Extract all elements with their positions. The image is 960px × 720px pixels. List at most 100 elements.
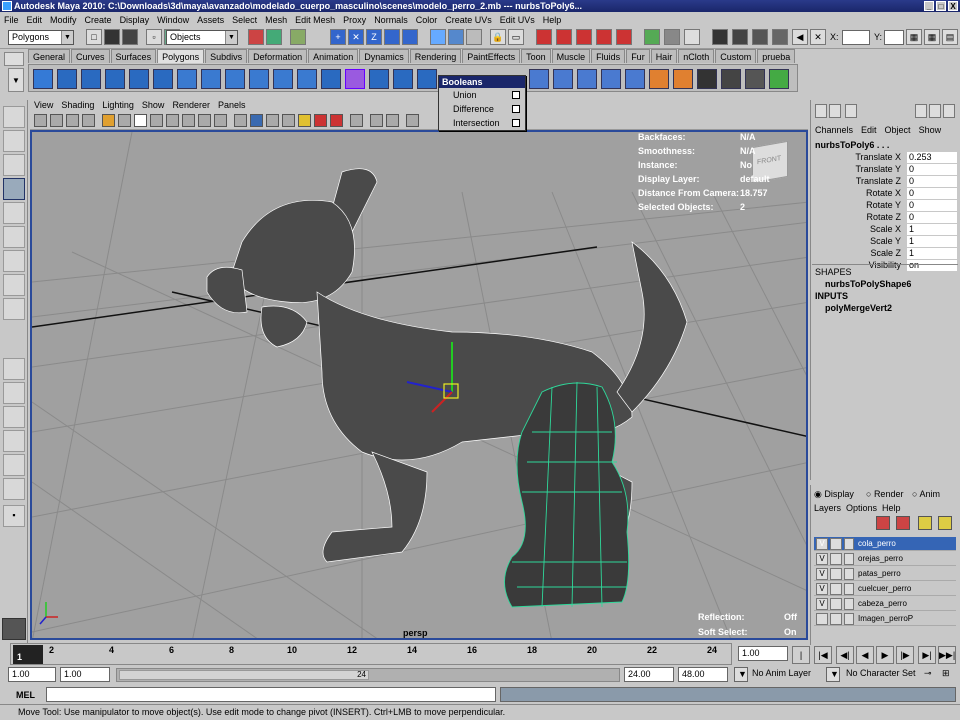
menu-create-uvs[interactable]: Create UVs xyxy=(445,15,492,25)
current-frame-field[interactable]: 1.00 xyxy=(738,646,788,661)
render-current-icon[interactable] xyxy=(536,29,552,45)
soft-mod-tool-icon[interactable] xyxy=(3,274,25,296)
offset-edge-loop-icon[interactable] xyxy=(649,69,669,89)
shelf-tab-prueba[interactable]: prueba xyxy=(757,49,796,63)
layer-menu-layers[interactable]: Layers xyxy=(814,503,841,513)
attr-translate-x-field[interactable]: 0.253 xyxy=(907,152,957,163)
snap-point-icon[interactable]: Z xyxy=(366,29,382,45)
shelf-menu-icon[interactable] xyxy=(4,52,24,66)
checker-uv-icon[interactable] xyxy=(697,69,717,89)
paint-select-tool-icon[interactable] xyxy=(3,154,25,176)
append-polygon-icon[interactable] xyxy=(577,69,597,89)
menu-normals[interactable]: Normals xyxy=(374,15,408,25)
component-mask-icon[interactable] xyxy=(266,29,282,45)
layer-editor-toggle-icon[interactable] xyxy=(829,104,841,118)
bridge-icon[interactable] xyxy=(553,69,573,89)
create-empty-layer-icon[interactable] xyxy=(876,516,890,530)
attr-translate-z-field[interactable]: 0 xyxy=(907,176,957,187)
four-view-layout-icon[interactable] xyxy=(3,382,25,404)
insert-edge-loop-icon[interactable] xyxy=(625,69,645,89)
planar-mapping-icon[interactable] xyxy=(721,69,741,89)
scale-tool-icon[interactable] xyxy=(3,226,25,248)
booleans-icon[interactable] xyxy=(345,69,365,89)
close-button[interactable]: X xyxy=(948,1,958,11)
panel-menu-view[interactable]: View xyxy=(34,100,53,110)
grid-icon[interactable] xyxy=(82,114,95,127)
more-layouts-icon[interactable]: ▪ xyxy=(3,505,25,527)
backface-culling-icon[interactable] xyxy=(386,114,399,127)
animation-start-field[interactable]: 1.00 xyxy=(8,667,56,682)
single-perspective-layout-icon[interactable] xyxy=(3,358,25,380)
graph-editor-layout-icon[interactable] xyxy=(3,478,25,500)
menu-mesh[interactable]: Mesh xyxy=(265,15,287,25)
extrude-icon[interactable] xyxy=(529,69,549,89)
smooth-shade-icon[interactable] xyxy=(118,114,131,127)
menu-proxy[interactable]: Proxy xyxy=(343,15,366,25)
camera-icon[interactable] xyxy=(712,29,728,45)
intersection-options-icon[interactable] xyxy=(512,119,520,127)
cb-menu-show[interactable]: Show xyxy=(919,125,942,135)
move-tool-icon[interactable] xyxy=(3,178,25,200)
image-plane-icon[interactable] xyxy=(66,114,79,127)
attribute-editor-icon[interactable] xyxy=(915,104,927,118)
step-back-key-icon[interactable]: ◀| xyxy=(836,646,854,664)
poly-cylinder-icon[interactable] xyxy=(81,69,101,89)
cylindrical-mapping-icon[interactable] xyxy=(745,69,765,89)
persp-outliner-layout-icon[interactable] xyxy=(3,406,25,428)
camera-attributes-icon[interactable] xyxy=(34,114,47,127)
step-forward-key-icon[interactable]: |▶ xyxy=(896,646,914,664)
xray-icon[interactable] xyxy=(330,114,343,127)
poly-soccer-ball-icon[interactable] xyxy=(273,69,293,89)
sculpt-geometry-icon[interactable] xyxy=(673,69,693,89)
menu-window[interactable]: Window xyxy=(157,15,189,25)
menu-edit-uvs[interactable]: Edit UVs xyxy=(500,15,535,25)
channel-box-toggle-icon[interactable] xyxy=(815,104,827,118)
poly-pipe-icon[interactable] xyxy=(225,69,245,89)
bookmarks-icon[interactable] xyxy=(50,114,63,127)
shelf-tab-painteffects[interactable]: PaintEffects xyxy=(462,49,521,63)
live-surface-icon[interactable] xyxy=(402,29,418,45)
layer-row-cola-perro[interactable]: V cola_perro xyxy=(814,537,956,551)
smooth-shade-all-icon[interactable] xyxy=(250,114,263,127)
attr-translate-y-field[interactable]: 0 xyxy=(907,164,957,175)
layer-menu-help[interactable]: Help xyxy=(882,503,901,513)
layer-tab-display[interactable]: ◉ Display xyxy=(814,489,854,500)
menu-color[interactable]: Color xyxy=(416,15,438,25)
layer-tab-render[interactable]: ○ Render xyxy=(866,489,903,499)
select-by-hierarchy-icon[interactable]: ▫ xyxy=(146,29,162,45)
safe-action-icon[interactable] xyxy=(198,114,211,127)
shelf-tab-custom[interactable]: Custom xyxy=(715,49,757,63)
menu-assets[interactable]: Assets xyxy=(197,15,224,25)
menu-create[interactable]: Create xyxy=(85,15,112,25)
shelf-tab-surfaces[interactable]: Surfaces xyxy=(110,49,157,63)
poly-helix-icon[interactable] xyxy=(249,69,269,89)
construction-history-icon[interactable] xyxy=(466,29,482,45)
snap-icon[interactable] xyxy=(290,29,306,45)
create-layer-from-selected-icon[interactable] xyxy=(896,516,910,530)
go-to-end-icon[interactable]: ▶▶| xyxy=(938,646,956,664)
panel-menu-renderer[interactable]: Renderer xyxy=(172,100,210,110)
film-icon[interactable] xyxy=(732,29,748,45)
anim-layer-dropdown-icon[interactable]: ▼ xyxy=(734,667,748,682)
animation-end-field[interactable]: 48.00 xyxy=(678,667,728,682)
split-polygon-icon[interactable] xyxy=(601,69,621,89)
object-name[interactable]: nurbsToPoly6 . . . xyxy=(815,140,889,150)
resolution-gate-icon[interactable] xyxy=(150,114,163,127)
menu-select[interactable]: Select xyxy=(232,15,257,25)
x-input[interactable] xyxy=(842,30,870,45)
maximize-button[interactable]: □ xyxy=(936,1,946,11)
character-set-dropdown-icon[interactable]: ▼ xyxy=(826,667,840,682)
layer-tab-anim[interactable]: ○ Anim xyxy=(912,489,940,499)
shelf-tab-deformation[interactable]: Deformation xyxy=(248,49,308,63)
mel-script-icon[interactable] xyxy=(2,618,26,640)
cb-menu-channels[interactable]: Channels xyxy=(815,125,853,135)
wireframe-icon[interactable] xyxy=(102,114,115,127)
menu-edit-mesh[interactable]: Edit Mesh xyxy=(295,15,335,25)
persp-graph-layout-icon[interactable] xyxy=(3,430,25,452)
rotate-tool-icon[interactable] xyxy=(3,202,25,224)
select-mask-icon[interactable] xyxy=(248,29,264,45)
time-slider[interactable]: 1 2 4 6 8 10 12 14 16 18 20 22 24 xyxy=(10,643,732,665)
attribute-grid-icon[interactable]: ▦ xyxy=(924,29,940,45)
show-manipulator-icon[interactable] xyxy=(3,298,25,320)
layer-row-cuelcuer-perro[interactable]: V cuelcuer_perro xyxy=(814,582,956,596)
